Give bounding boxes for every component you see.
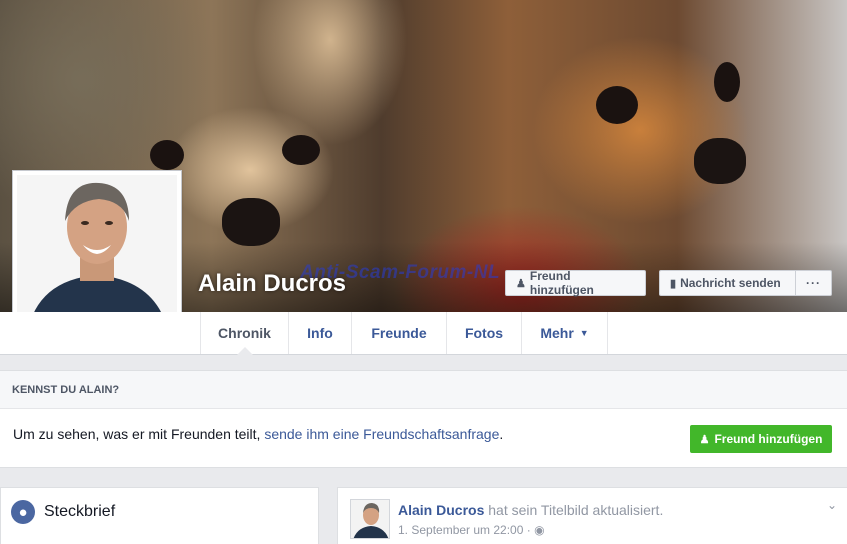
add-friend-icon: ♟: [516, 277, 526, 290]
know-card-text: Um zu sehen, was er mit Freunden teilt, …: [13, 426, 503, 442]
send-message-label: Nachricht senden: [680, 276, 781, 290]
tab-fotos-label: Fotos: [464, 325, 504, 341]
post-headline: Alain Ducros hat sein Titelbild aktualis…: [398, 502, 663, 518]
tab-fotos[interactable]: Fotos: [446, 312, 521, 354]
profile-tab-bar: Chronik Info Freunde Fotos Mehr ▼: [0, 312, 847, 355]
timeline-post: Alain Ducros hat sein Titelbild aktualis…: [337, 487, 847, 544]
message-icon: ▮: [670, 277, 677, 290]
tab-chronik-label: Chronik: [218, 325, 271, 341]
cover-dog-nose: [694, 138, 746, 184]
globe-icon: ●: [11, 500, 35, 524]
cover-dog-eye: [596, 86, 638, 124]
steckbrief-card: ● Steckbrief: [0, 487, 319, 544]
profile-name[interactable]: Alain Ducros: [198, 270, 346, 298]
globe-icon: ◉: [534, 523, 545, 537]
cover-dog-eye: [150, 140, 184, 170]
know-card-text-after: .: [499, 426, 504, 442]
post-meta: 1. September um 22:00 · ◉: [398, 523, 545, 537]
post-avatar[interactable]: [350, 499, 390, 539]
more-options-button[interactable]: ···: [795, 270, 832, 296]
know-person-card: KENNST DU ALAIN? Um zu sehen, was er mit…: [0, 370, 847, 468]
post-timestamp[interactable]: 1. September um 22:00 ·: [398, 523, 531, 537]
post-action-text: hat sein Titelbild aktualisiert.: [484, 502, 664, 518]
cover-dog-eye: [714, 62, 740, 102]
post-author-link[interactable]: Alain Ducros: [398, 502, 484, 518]
tab-mehr-label: Mehr: [540, 325, 574, 341]
profile-photo-illustration: [17, 175, 177, 334]
active-tab-pointer: [237, 347, 253, 355]
tab-info-label: Info: [307, 325, 333, 341]
add-friend-green-label: Freund hinzufügen: [714, 432, 823, 446]
know-card-text-before: Um zu sehen, was er mit Freunden teilt,: [13, 426, 265, 442]
cover-dog-eye: [282, 135, 320, 165]
profile-photo: [17, 175, 177, 334]
caret-down-icon: ▼: [579, 328, 589, 338]
send-message-button[interactable]: ▮ Nachricht senden: [659, 270, 796, 296]
tab-freunde-label: Freunde: [371, 325, 427, 341]
add-friend-icon: ♟: [699, 433, 710, 446]
add-friend-label: Freund hinzufügen: [529, 269, 594, 297]
more-dots-icon: ···: [806, 276, 821, 290]
steckbrief-title: Steckbrief: [44, 503, 116, 520]
cover-dog-nose: [222, 198, 280, 246]
know-card-header: KENNST DU ALAIN?: [0, 371, 847, 409]
tab-info[interactable]: Info: [288, 312, 351, 354]
post-avatar-illustration: [351, 500, 389, 538]
add-friend-green-button[interactable]: ♟ Freund hinzufügen: [690, 425, 832, 453]
tab-mehr[interactable]: Mehr ▼: [521, 312, 608, 354]
send-friend-request-link[interactable]: sende ihm eine Freundschaftsanfrage: [264, 426, 499, 442]
chevron-down-icon[interactable]: ⌄: [827, 498, 837, 512]
add-friend-button[interactable]: ♟ Freund hinzufügen: [505, 269, 646, 297]
tab-freunde[interactable]: Freunde: [351, 312, 446, 354]
